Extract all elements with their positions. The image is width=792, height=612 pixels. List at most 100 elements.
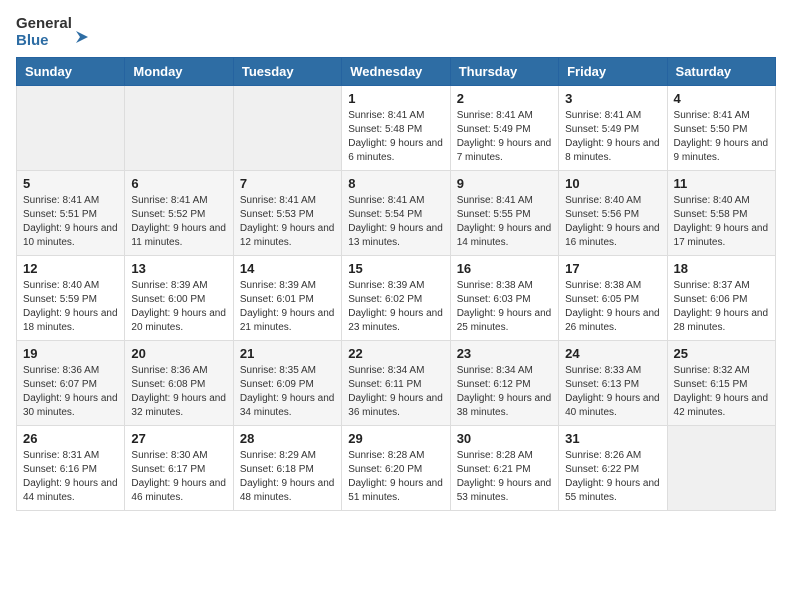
col-header-thursday: Thursday: [450, 58, 558, 86]
day-info: Sunrise: 8:41 AM Sunset: 5:54 PM Dayligh…: [348, 194, 443, 250]
day-info: Sunrise: 8:29 AM Sunset: 6:18 PM Dayligh…: [240, 449, 335, 505]
day-number: 25: [674, 346, 769, 361]
day-info: Sunrise: 8:41 AM Sunset: 5:50 PM Dayligh…: [674, 109, 769, 165]
day-number: 23: [457, 346, 552, 361]
day-info: Sunrise: 8:38 AM Sunset: 6:03 PM Dayligh…: [457, 279, 552, 335]
day-info: Sunrise: 8:34 AM Sunset: 6:12 PM Dayligh…: [457, 364, 552, 420]
calendar-table: SundayMondayTuesdayWednesdayThursdayFrid…: [16, 57, 776, 511]
day-number: 21: [240, 346, 335, 361]
calendar-cell: 23 Sunrise: 8:34 AM Sunset: 6:12 PM Dayli…: [450, 341, 558, 426]
day-info: Sunrise: 8:28 AM Sunset: 6:21 PM Dayligh…: [457, 449, 552, 505]
calendar-cell: 5Sunrise: 8:41 AM Sunset: 5:51 PM Daylig…: [17, 171, 125, 256]
day-number: 13: [131, 261, 226, 276]
calendar-cell: [17, 86, 125, 171]
day-info: Sunrise: 8:36 AM Sunset: 6:08 PM Dayligh…: [131, 364, 226, 420]
calendar-cell: 14Sunrise: 8:39 AM Sunset: 6:01 PM Dayli…: [233, 256, 341, 341]
header: General Blue: [16, 16, 776, 49]
calendar-cell: 19 Sunrise: 8:36 AM Sunset: 6:07 PM Dayli…: [17, 341, 125, 426]
calendar-cell: 12 Sunrise: 8:40 AM Sunset: 5:59 PM Dayli…: [17, 256, 125, 341]
calendar-cell: 10 Sunrise: 8:40 AM Sunset: 5:56 PM Dayli…: [559, 171, 667, 256]
calendar-week-row: 12 Sunrise: 8:40 AM Sunset: 5:59 PM Dayli…: [17, 256, 776, 341]
col-header-tuesday: Tuesday: [233, 58, 341, 86]
day-info: Sunrise: 8:40 AM Sunset: 5:59 PM Dayligh…: [23, 279, 118, 335]
day-number: 18: [674, 261, 769, 276]
calendar-week-row: 1Sunrise: 8:41 AM Sunset: 5:48 PM Daylig…: [17, 86, 776, 171]
day-number: 11: [674, 176, 769, 191]
day-info: Sunrise: 8:41 AM Sunset: 5:49 PM Dayligh…: [457, 109, 552, 165]
day-info: Sunrise: 8:41 AM Sunset: 5:52 PM Dayligh…: [131, 194, 226, 250]
day-number: 28: [240, 431, 335, 446]
day-number: 3: [565, 91, 660, 106]
day-number: 6: [131, 176, 226, 191]
calendar-cell: 7 Sunrise: 8:41 AM Sunset: 5:53 PM Daylig…: [233, 171, 341, 256]
logo-general: General: [16, 16, 72, 33]
day-number: 12: [23, 261, 118, 276]
col-header-monday: Monday: [125, 58, 233, 86]
calendar-cell: 2 Sunrise: 8:41 AM Sunset: 5:49 PM Daylig…: [450, 86, 558, 171]
day-number: 20: [131, 346, 226, 361]
calendar-cell: 6 Sunrise: 8:41 AM Sunset: 5:52 PM Daylig…: [125, 171, 233, 256]
day-info: Sunrise: 8:41 AM Sunset: 5:53 PM Dayligh…: [240, 194, 335, 250]
day-number: 7: [240, 176, 335, 191]
calendar-cell: 21 Sunrise: 8:35 AM Sunset: 6:09 PM Dayli…: [233, 341, 341, 426]
day-info: Sunrise: 8:33 AM Sunset: 6:13 PM Dayligh…: [565, 364, 660, 420]
day-number: 15: [348, 261, 443, 276]
col-header-friday: Friday: [559, 58, 667, 86]
calendar-cell: 30 Sunrise: 8:28 AM Sunset: 6:21 PM Dayli…: [450, 426, 558, 511]
calendar-cell: 24Sunrise: 8:33 AM Sunset: 6:13 PM Dayli…: [559, 341, 667, 426]
calendar-cell: 26Sunrise: 8:31 AM Sunset: 6:16 PM Dayli…: [17, 426, 125, 511]
day-info: Sunrise: 8:36 AM Sunset: 6:07 PM Dayligh…: [23, 364, 118, 420]
day-info: Sunrise: 8:40 AM Sunset: 5:56 PM Dayligh…: [565, 194, 660, 250]
day-number: 17: [565, 261, 660, 276]
calendar-cell: 15 Sunrise: 8:39 AM Sunset: 6:02 PM Dayli…: [342, 256, 450, 341]
calendar-cell: 28 Sunrise: 8:29 AM Sunset: 6:18 PM Dayli…: [233, 426, 341, 511]
calendar-cell: 18 Sunrise: 8:37 AM Sunset: 6:06 PM Dayli…: [667, 256, 775, 341]
day-info: Sunrise: 8:41 AM Sunset: 5:48 PM Dayligh…: [348, 109, 443, 165]
calendar-week-row: 5Sunrise: 8:41 AM Sunset: 5:51 PM Daylig…: [17, 171, 776, 256]
calendar-cell: 16 Sunrise: 8:38 AM Sunset: 6:03 PM Dayli…: [450, 256, 558, 341]
day-info: Sunrise: 8:30 AM Sunset: 6:17 PM Dayligh…: [131, 449, 226, 505]
day-number: 19: [23, 346, 118, 361]
calendar-cell: [233, 86, 341, 171]
calendar-cell: [125, 86, 233, 171]
day-info: Sunrise: 8:41 AM Sunset: 5:49 PM Dayligh…: [565, 109, 660, 165]
calendar-cell: 11 Sunrise: 8:40 AM Sunset: 5:58 PM Dayli…: [667, 171, 775, 256]
day-number: 10: [565, 176, 660, 191]
calendar-cell: 8 Sunrise: 8:41 AM Sunset: 5:54 PM Daylig…: [342, 171, 450, 256]
col-header-sunday: Sunday: [17, 58, 125, 86]
day-info: Sunrise: 8:35 AM Sunset: 6:09 PM Dayligh…: [240, 364, 335, 420]
day-number: 30: [457, 431, 552, 446]
day-info: Sunrise: 8:37 AM Sunset: 6:06 PM Dayligh…: [674, 279, 769, 335]
day-info: Sunrise: 8:34 AM Sunset: 6:11 PM Dayligh…: [348, 364, 443, 420]
day-info: Sunrise: 8:41 AM Sunset: 5:55 PM Dayligh…: [457, 194, 552, 250]
calendar-cell: 13Sunrise: 8:39 AM Sunset: 6:00 PM Dayli…: [125, 256, 233, 341]
calendar-cell: 25Sunrise: 8:32 AM Sunset: 6:15 PM Dayli…: [667, 341, 775, 426]
logo-arrow-icon: [72, 27, 92, 47]
day-info: Sunrise: 8:39 AM Sunset: 6:02 PM Dayligh…: [348, 279, 443, 335]
calendar-cell: 9 Sunrise: 8:41 AM Sunset: 5:55 PM Daylig…: [450, 171, 558, 256]
day-number: 2: [457, 91, 552, 106]
day-info: Sunrise: 8:39 AM Sunset: 6:01 PM Dayligh…: [240, 279, 335, 335]
calendar-cell: 31Sunrise: 8:26 AM Sunset: 6:22 PM Dayli…: [559, 426, 667, 511]
col-header-saturday: Saturday: [667, 58, 775, 86]
calendar-cell: 4Sunrise: 8:41 AM Sunset: 5:50 PM Daylig…: [667, 86, 775, 171]
day-number: 16: [457, 261, 552, 276]
calendar-cell: 27 Sunrise: 8:30 AM Sunset: 6:17 PM Dayli…: [125, 426, 233, 511]
calendar-cell: 17 Sunrise: 8:38 AM Sunset: 6:05 PM Dayli…: [559, 256, 667, 341]
day-info: Sunrise: 8:41 AM Sunset: 5:51 PM Dayligh…: [23, 194, 118, 250]
calendar-cell: 3 Sunrise: 8:41 AM Sunset: 5:49 PM Daylig…: [559, 86, 667, 171]
calendar-cell: 20 Sunrise: 8:36 AM Sunset: 6:08 PM Dayli…: [125, 341, 233, 426]
day-number: 8: [348, 176, 443, 191]
calendar-cell: 1Sunrise: 8:41 AM Sunset: 5:48 PM Daylig…: [342, 86, 450, 171]
col-header-wednesday: Wednesday: [342, 58, 450, 86]
day-info: Sunrise: 8:38 AM Sunset: 6:05 PM Dayligh…: [565, 279, 660, 335]
day-info: Sunrise: 8:28 AM Sunset: 6:20 PM Dayligh…: [348, 449, 443, 505]
day-number: 29: [348, 431, 443, 446]
day-info: Sunrise: 8:40 AM Sunset: 5:58 PM Dayligh…: [674, 194, 769, 250]
calendar-cell: [667, 426, 775, 511]
day-number: 27: [131, 431, 226, 446]
day-number: 9: [457, 176, 552, 191]
day-number: 22: [348, 346, 443, 361]
calendar-cell: 22 Sunrise: 8:34 AM Sunset: 6:11 PM Dayli…: [342, 341, 450, 426]
day-number: 31: [565, 431, 660, 446]
